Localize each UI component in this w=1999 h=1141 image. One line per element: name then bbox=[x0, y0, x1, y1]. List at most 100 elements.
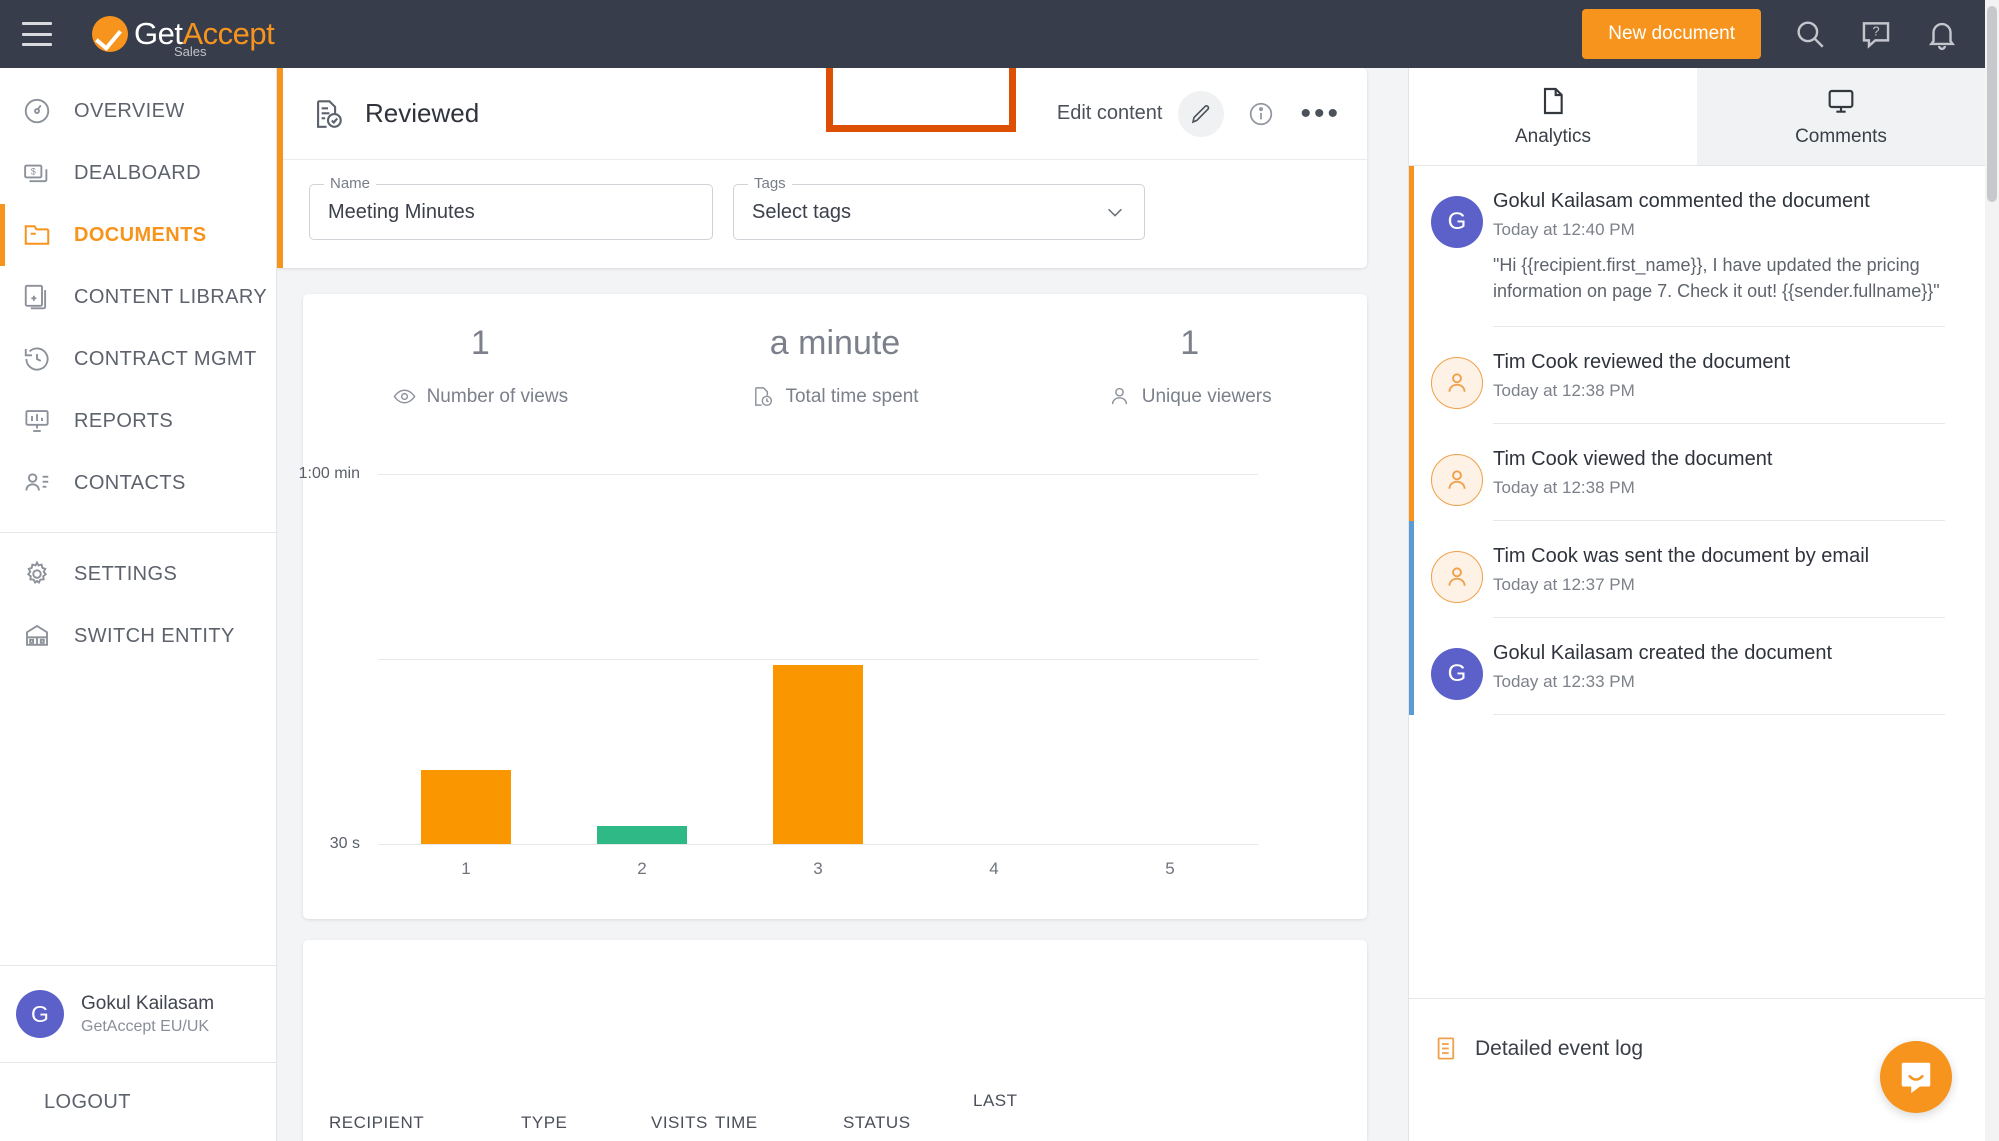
activity-item[interactable]: Tim Cook viewed the document Today at 12:… bbox=[1409, 424, 1985, 522]
column-header-last[interactable]: LAST bbox=[973, 1091, 1018, 1111]
stat-value: 1 bbox=[1180, 324, 1200, 362]
stat-label-row: Number of views bbox=[303, 385, 658, 408]
ellipsis-icon[interactable]: ••• bbox=[1300, 98, 1341, 128]
chart-gridline: 30 s bbox=[330, 659, 1258, 852]
sidebar-item-label: REPORTS bbox=[74, 409, 174, 432]
brand-logo[interactable]: GetAccept Sales bbox=[92, 16, 275, 59]
chart-bar[interactable] bbox=[773, 665, 863, 844]
sidebar-item-content-library[interactable]: CONTENT LIBRARY bbox=[0, 266, 276, 328]
activity-item[interactable]: G Gokul Kailasam created the document Toda… bbox=[1409, 618, 1985, 716]
folder-open-icon bbox=[22, 220, 52, 250]
person-icon bbox=[1431, 357, 1483, 410]
chart-gridline: 0 s bbox=[378, 844, 1258, 845]
chart-plot-area: 0 s 30 s 1:00 min bbox=[299, 465, 1258, 852]
activity-body: Gokul Kailasam commented the document Tod… bbox=[1493, 190, 1945, 328]
sidebar-user[interactable]: G Gokul Kailasam GetAccept EU/UK bbox=[0, 966, 276, 1062]
chart-x-axis: 1 2 3 4 5 bbox=[378, 859, 1258, 889]
new-document-button[interactable]: New document bbox=[1582, 9, 1761, 59]
activity-title: Gokul Kailasam commented the document bbox=[1493, 190, 1870, 212]
sidebar-item-switch-entity[interactable]: SWITCH ENTITY bbox=[0, 605, 276, 667]
sidebar-item-documents[interactable]: DOCUMENTS bbox=[0, 204, 276, 266]
pencil-icon[interactable] bbox=[1178, 90, 1225, 137]
hamburger-icon[interactable] bbox=[22, 22, 52, 46]
history-clock-icon bbox=[22, 344, 52, 374]
name-field-label: Name bbox=[324, 175, 377, 192]
chart-y-tick-label: 30 s bbox=[329, 835, 360, 852]
chart-bar[interactable] bbox=[421, 770, 511, 844]
tab-label: Analytics bbox=[1514, 126, 1592, 147]
chart-x-tick-label: 4 bbox=[989, 859, 999, 878]
tab-analytics[interactable]: Analytics bbox=[1409, 68, 1697, 165]
sidebar-item-contacts[interactable]: CONTACTS bbox=[0, 452, 276, 514]
activity-body: Tim Cook reviewed the document Today at 1… bbox=[1493, 351, 1945, 425]
document-tags-field[interactable]: Tags Select tags bbox=[733, 175, 1145, 240]
copy-plus-icon bbox=[22, 282, 52, 312]
sidebar-item-contract-mgmt[interactable]: CONTRACT MGMT bbox=[0, 328, 276, 390]
right-panel: Analytics Comments G Gokul Kailasam comme… bbox=[1408, 68, 1986, 1141]
activity-item[interactable]: G Gokul Kailasam commented the document To… bbox=[1409, 166, 1985, 328]
list-log-icon bbox=[1433, 1035, 1460, 1062]
stat-label: Total time spent bbox=[785, 385, 919, 407]
edit-content-button[interactable]: Edit content bbox=[1057, 102, 1163, 125]
tab-comments[interactable]: Comments bbox=[1697, 68, 1985, 165]
stat-total-time-spent: a minute Total time spent bbox=[658, 324, 1013, 408]
column-header-time[interactable]: TIME bbox=[715, 1113, 758, 1133]
intercom-chat-icon[interactable] bbox=[1880, 1041, 1952, 1113]
sidebar-item-reports[interactable]: REPORTS bbox=[0, 390, 276, 452]
person-icon bbox=[1431, 454, 1483, 507]
info-circle-icon[interactable] bbox=[1248, 101, 1274, 127]
activity-body: Gokul Kailasam created the document Today… bbox=[1493, 642, 1945, 716]
chart-bar[interactable] bbox=[597, 825, 687, 844]
user-org: GetAccept EU/UK bbox=[81, 1017, 210, 1035]
analytics-card: 1 Number of views a minute Total time sp… bbox=[299, 294, 1367, 919]
sidebar-item-label: SWITCH ENTITY bbox=[74, 624, 235, 647]
chevron-down-icon[interactable] bbox=[1104, 201, 1126, 223]
stat-label-row: Unique viewers bbox=[1012, 385, 1367, 408]
sidebar-item-overview[interactable]: OVERVIEW bbox=[0, 80, 276, 142]
right-panel-footer: Detailed event log bbox=[1409, 998, 1986, 1141]
name-field-value: Meeting Minutes bbox=[328, 200, 475, 223]
sidebar: OVERVIEW $ DEALBOARD DOCUMENTS CONTENT L… bbox=[0, 68, 277, 1141]
document-header-top: Reviewed Edit content ••• bbox=[283, 68, 1367, 160]
sidebar-item-dealboard[interactable]: $ DEALBOARD bbox=[0, 142, 276, 204]
logout-button[interactable]: LOGOUT bbox=[0, 1063, 276, 1141]
sidebar-item-label: CONTENT LIBRARY bbox=[74, 285, 268, 308]
document-fields: Name Meeting Minutes Tags Select tags bbox=[283, 160, 1367, 240]
page-scrollbar-thumb[interactable] bbox=[1987, 6, 1997, 202]
brand-sub-text: Sales bbox=[174, 44, 207, 59]
activity-timestamp: Today at 12:40 PM bbox=[1493, 220, 1635, 239]
stat-value: a minute bbox=[769, 324, 901, 362]
right-panel-tabs: Analytics Comments bbox=[1409, 68, 1985, 166]
activity-timestamp: Today at 12:38 PM bbox=[1493, 478, 1635, 498]
column-header-type[interactable]: TYPE bbox=[521, 1113, 567, 1133]
eye-icon bbox=[393, 385, 416, 408]
avatar: G bbox=[16, 990, 64, 1038]
search-icon[interactable] bbox=[1793, 17, 1827, 51]
chart-x-tick-label: 5 bbox=[1165, 859, 1175, 878]
sidebar-item-settings[interactable]: SETTINGS bbox=[0, 543, 276, 605]
bell-icon[interactable] bbox=[1925, 17, 1959, 51]
activity-feed[interactable]: G Gokul Kailasam commented the document To… bbox=[1409, 166, 1985, 1096]
sidebar-item-label: CONTRACT MGMT bbox=[74, 347, 257, 370]
activity-item[interactable]: Tim Cook was sent the document by email T… bbox=[1409, 521, 1985, 619]
help-chat-icon[interactable]: ? bbox=[1859, 17, 1893, 51]
document-name-field[interactable]: Name Meeting Minutes bbox=[309, 175, 713, 240]
activity-timestamp: Today at 12:37 PM bbox=[1493, 575, 1635, 595]
top-bar-actions: New document ? bbox=[1582, 9, 1999, 59]
chart-x-tick-label: 3 bbox=[813, 859, 823, 878]
user-name: Gokul Kailasam bbox=[81, 992, 215, 1014]
gear-icon bbox=[22, 559, 52, 589]
activity-item[interactable]: Tim Cook reviewed the document Today at 1… bbox=[1409, 327, 1985, 425]
chart-y-tick-label: 1:00 min bbox=[298, 465, 360, 482]
svg-text:?: ? bbox=[1872, 23, 1879, 38]
sidebar-footer: G Gokul Kailasam GetAccept EU/UK LOGOUT bbox=[0, 965, 276, 1141]
avatar: G bbox=[1431, 196, 1483, 248]
activity-comment-text: "Hi {{recipient.first_name}}, I have upd… bbox=[1493, 255, 1940, 301]
page-scrollbar[interactable] bbox=[1985, 0, 1999, 1141]
document-status-title: Reviewed bbox=[365, 98, 480, 128]
brand-wordmark: GetAccept Sales bbox=[134, 16, 275, 59]
presentation-chart-icon bbox=[22, 406, 52, 436]
column-header-status[interactable]: STATUS bbox=[843, 1113, 911, 1133]
column-header-recipient[interactable]: RECIPIENT bbox=[329, 1113, 424, 1133]
column-header-visits[interactable]: VISITS bbox=[651, 1113, 708, 1133]
